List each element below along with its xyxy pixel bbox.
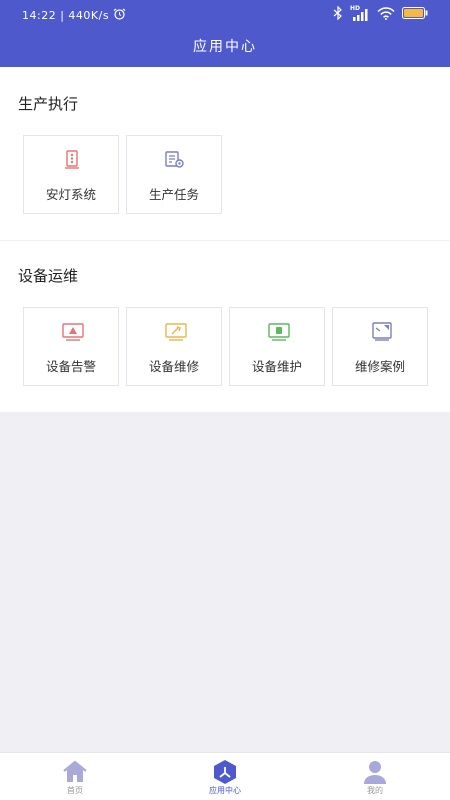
status-right: HD xyxy=(333,5,428,23)
home-icon xyxy=(62,759,88,785)
tab-app-center[interactable]: 应用中心 xyxy=(150,753,300,800)
status-divider: | xyxy=(60,9,65,22)
section-equipment: 设备运维 设备告警 设备维修 设备维护 维修案例 xyxy=(0,241,450,412)
equipment-repair-card[interactable]: 设备维修 xyxy=(126,307,222,386)
equipment-alarm-card[interactable]: 设备告警 xyxy=(23,307,119,386)
production-task-card[interactable]: 生产任务 xyxy=(126,135,222,214)
status-time: 14:22 xyxy=(22,9,57,22)
signal-icon: HD xyxy=(350,5,370,22)
andon-icon xyxy=(62,150,82,170)
maintenance-icon xyxy=(268,322,290,342)
tab-profile-label: 我的 xyxy=(367,786,383,795)
section-title-equipment: 设备运维 xyxy=(18,267,79,285)
app-header: 14:22 | 440K/s HD 应用中心 xyxy=(0,0,450,67)
section-title-production: 生产执行 xyxy=(18,95,79,113)
wifi-icon xyxy=(377,6,395,23)
bluetooth-icon xyxy=(333,5,343,23)
production-task-label: 生产任务 xyxy=(148,187,199,202)
equipment-maintenance-label: 设备维护 xyxy=(251,359,302,374)
status-speed: 440K/s xyxy=(68,9,110,22)
page-title: 应用中心 xyxy=(193,39,257,55)
case-icon xyxy=(371,322,392,342)
section-production: 生产执行 安灯系统 生产任务 xyxy=(0,67,450,240)
equipment-repair-label: 设备维修 xyxy=(148,359,199,374)
andon-system-label: 安灯系统 xyxy=(45,187,96,202)
tab-home[interactable]: 首页 xyxy=(0,753,150,800)
status-bar: 14:22 | 440K/s HD xyxy=(0,0,450,30)
battery-icon xyxy=(402,7,428,22)
app-center-icon xyxy=(212,759,238,785)
alarm-clock-icon xyxy=(113,8,126,23)
repair-icon xyxy=(165,322,187,342)
alarm-icon xyxy=(62,322,84,342)
tab-app-center-label: 应用中心 xyxy=(209,786,241,795)
repair-case-card[interactable]: 维修案例 xyxy=(332,307,428,386)
bottom-tab-bar: 首页 应用中心 我的 xyxy=(0,752,450,800)
andon-system-card[interactable]: 安灯系统 xyxy=(23,135,119,214)
profile-icon xyxy=(362,759,388,785)
tab-profile[interactable]: 我的 xyxy=(300,753,450,800)
equipment-maintenance-card[interactable]: 设备维护 xyxy=(229,307,325,386)
tab-home-label: 首页 xyxy=(67,786,83,795)
repair-case-label: 维修案例 xyxy=(354,359,405,374)
equipment-alarm-label: 设备告警 xyxy=(45,359,96,374)
task-gear-icon xyxy=(165,150,185,170)
status-left: 14:22 | 440K/s xyxy=(22,8,126,23)
